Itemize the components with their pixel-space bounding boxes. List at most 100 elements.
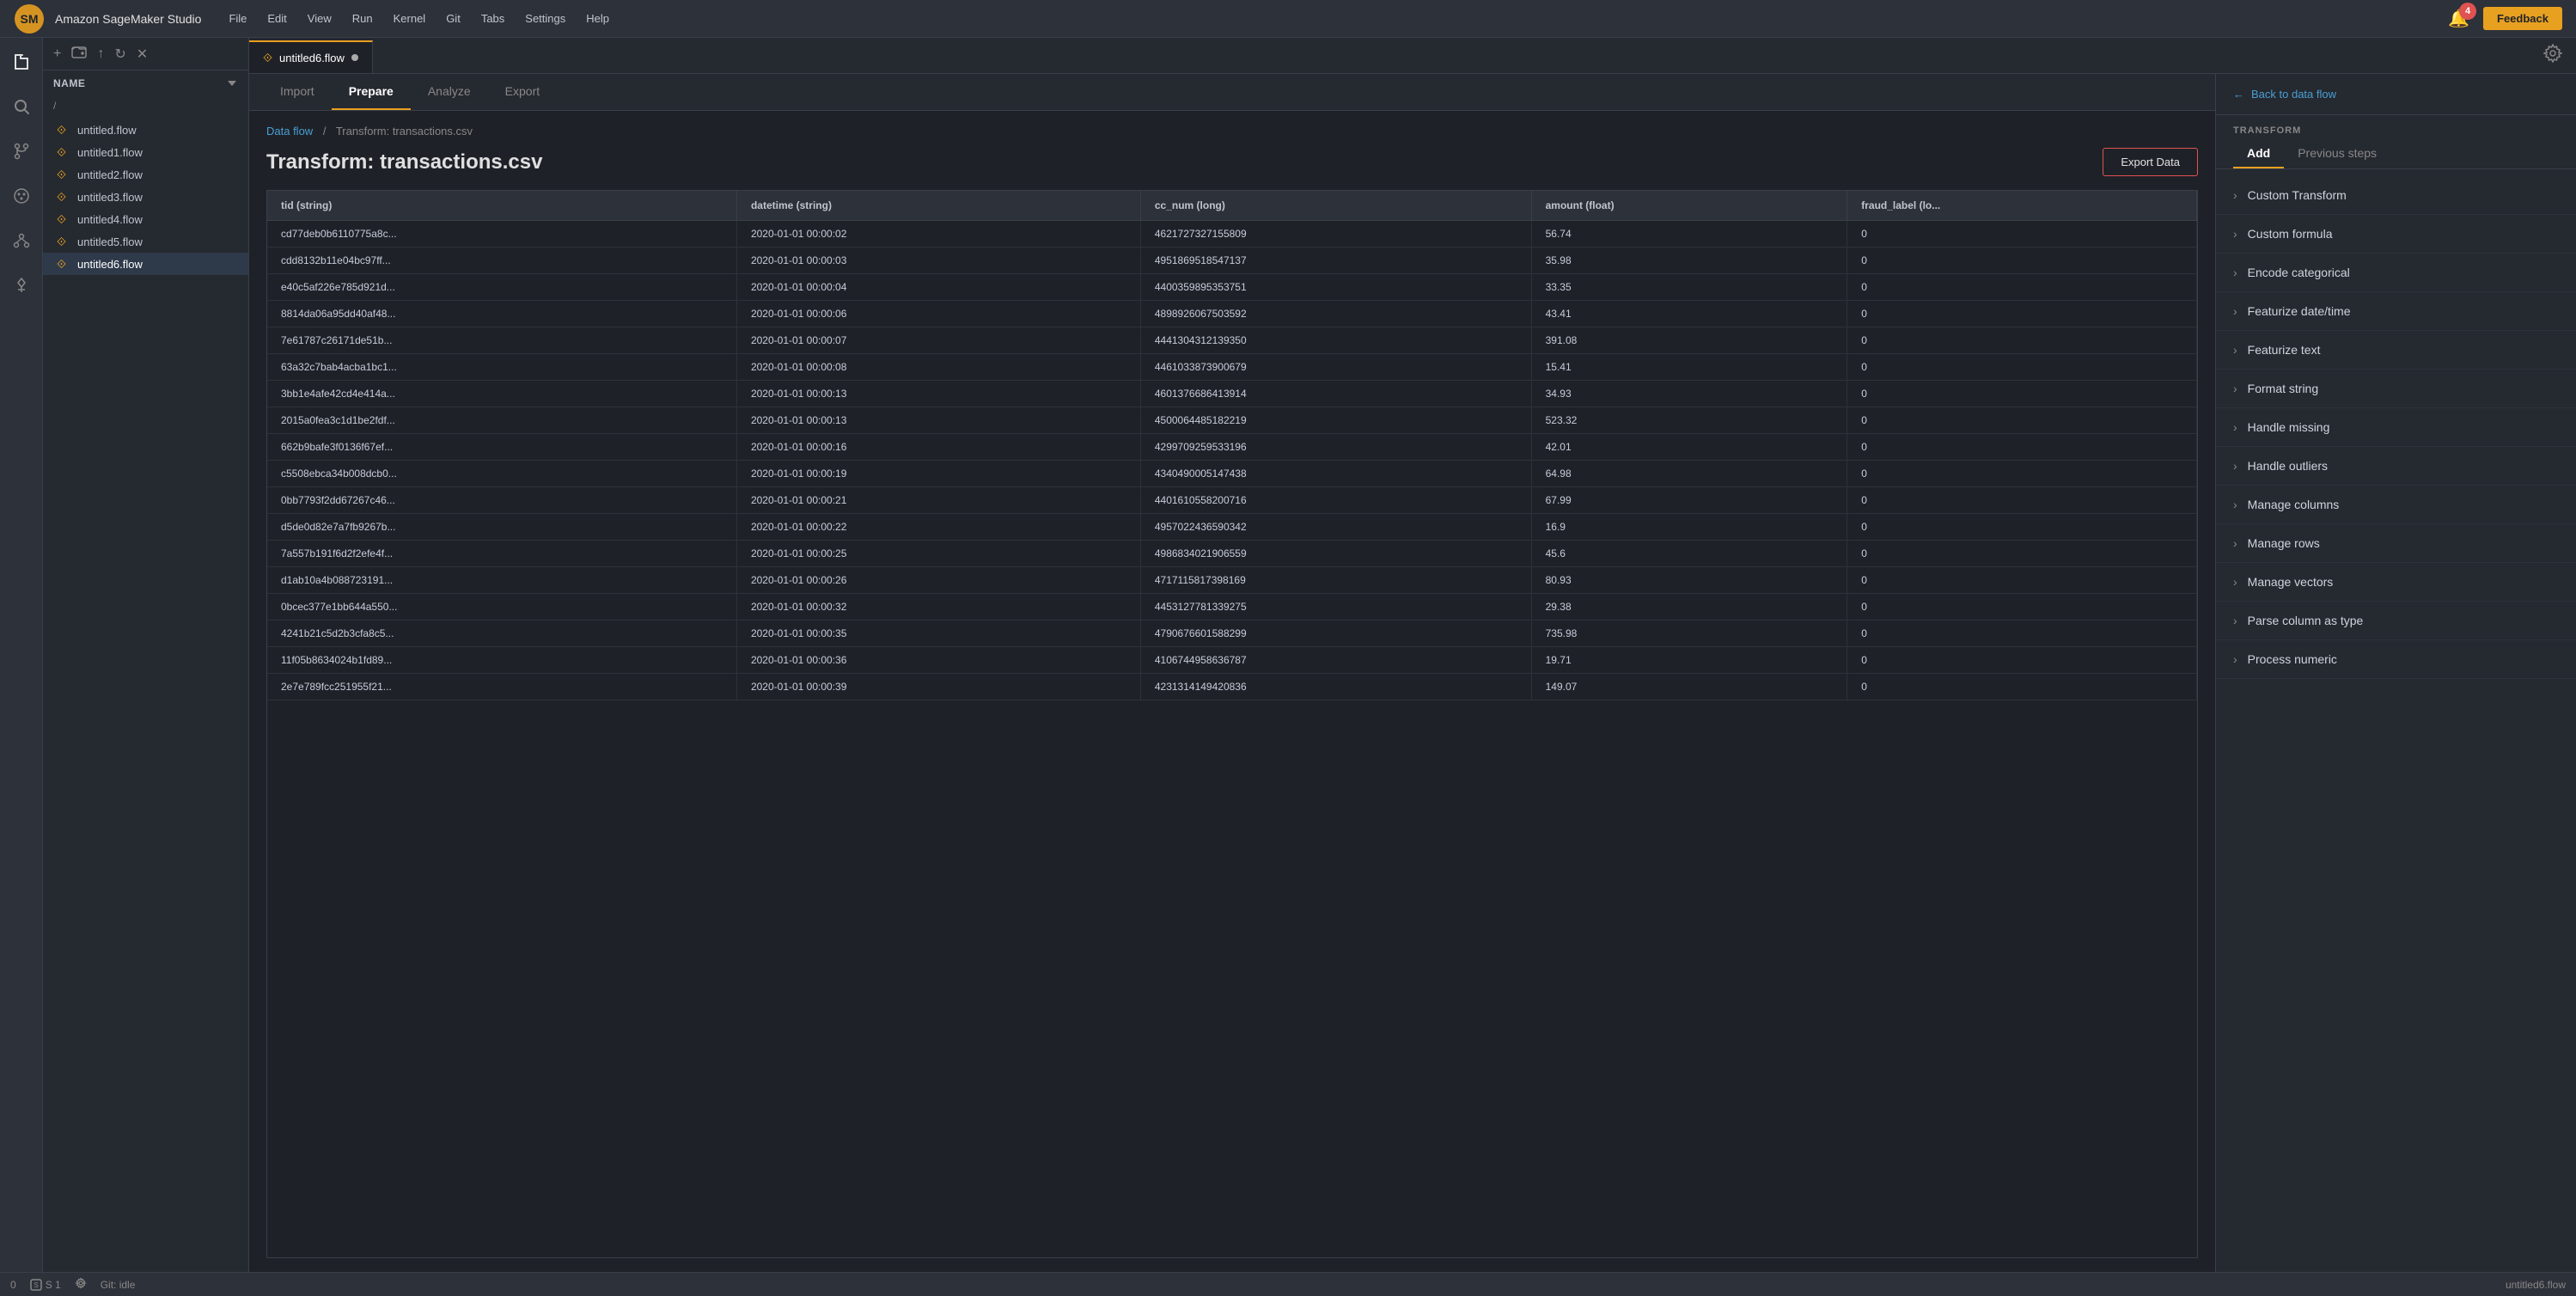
feedback-button[interactable]: Feedback <box>2483 7 2562 30</box>
sidebar-file-untitled3[interactable]: ⟐ untitled3.flow <box>43 186 248 208</box>
cell-4-1: 2020-01-01 00:00:07 <box>736 327 1140 354</box>
data-table-wrapper[interactable]: tid (string) datetime (string) cc_num (l… <box>266 190 2198 1258</box>
breadcrumb-link[interactable]: Data flow <box>266 125 313 138</box>
cell-7-4: 0 <box>1847 407 2197 434</box>
transform-item-featurize-text[interactable]: › Featurize text <box>2216 331 2576 370</box>
menu-kernel[interactable]: Kernel <box>394 9 426 28</box>
cell-13-4: 0 <box>1847 567 2197 594</box>
activity-nodes-icon[interactable] <box>8 227 35 254</box>
cell-11-4: 0 <box>1847 514 2197 541</box>
cell-14-2: 4453127781339275 <box>1140 594 1531 620</box>
transform-item-handle-missing[interactable]: › Handle missing <box>2216 408 2576 447</box>
transform-list: › Custom Transform › Custom formula › En… <box>2216 173 2576 1272</box>
cell-3-4: 0 <box>1847 301 2197 327</box>
cell-9-4: 0 <box>1847 461 2197 487</box>
tab-untitled6[interactable]: ⟐ untitled6.flow <box>249 40 373 73</box>
tab-prepare[interactable]: Prepare <box>332 74 411 110</box>
menu-edit[interactable]: Edit <box>267 9 286 28</box>
transform-item-label: Custom Transform <box>2248 188 2347 202</box>
tab-import[interactable]: Import <box>263 74 332 110</box>
cell-8-0: 662b9bafe3f0136f67ef... <box>267 434 736 461</box>
clear-icon[interactable]: ✕ <box>137 46 148 63</box>
activity-files-icon[interactable] <box>8 48 35 76</box>
back-to-dataflow[interactable]: ← Back to data flow <box>2216 74 2576 115</box>
menu-view[interactable]: View <box>308 9 332 28</box>
cell-11-1: 2020-01-01 00:00:22 <box>736 514 1140 541</box>
transform-tab-previous[interactable]: Previous steps <box>2284 139 2390 168</box>
transform-item-handle-outliers[interactable]: › Handle outliers <box>2216 447 2576 486</box>
tab-analyze[interactable]: Analyze <box>411 74 488 110</box>
cell-10-2: 4401610558200716 <box>1140 487 1531 514</box>
svg-text:S: S <box>34 1281 38 1289</box>
transform-item-featurize-date/time[interactable]: › Featurize date/time <box>2216 292 2576 331</box>
transform-item-manage-vectors[interactable]: › Manage vectors <box>2216 563 2576 602</box>
cell-12-2: 4986834021906559 <box>1140 541 1531 567</box>
transform-item-format-string[interactable]: › Format string <box>2216 370 2576 408</box>
activity-palette-icon[interactable] <box>8 182 35 210</box>
transform-item-custom-formula[interactable]: › Custom formula <box>2216 215 2576 254</box>
menu-tabs[interactable]: Tabs <box>481 9 504 28</box>
activity-extensions-icon[interactable] <box>8 272 35 299</box>
cell-16-1: 2020-01-01 00:00:36 <box>736 647 1140 674</box>
sidebar-file-untitled[interactable]: ⟐ untitled.flow <box>43 119 248 141</box>
transform-item-label: Process numeric <box>2248 652 2337 666</box>
tab-export[interactable]: Export <box>488 74 557 110</box>
cell-11-2: 4957022436590342 <box>1140 514 1531 541</box>
sidebar-file-list: ⟐ untitled.flow ⟐ untitled1.flow ⟐ untit… <box>43 119 248 1272</box>
transform-item-encode-categorical[interactable]: › Encode categorical <box>2216 254 2576 292</box>
menu-file[interactable]: File <box>229 9 247 28</box>
menu-help[interactable]: Help <box>586 9 609 28</box>
cell-15-1: 2020-01-01 00:00:35 <box>736 620 1140 647</box>
activity-bar <box>0 38 43 1272</box>
table-row: cd77deb0b6110775a8c...2020-01-01 00:00:0… <box>267 221 2197 248</box>
settings-gear-icon[interactable] <box>2530 38 2576 74</box>
sidebar-file-untitled4[interactable]: ⟐ untitled4.flow <box>43 208 248 230</box>
transform-item-manage-rows[interactable]: › Manage rows <box>2216 524 2576 563</box>
menu-git[interactable]: Git <box>446 9 461 28</box>
cell-16-4: 0 <box>1847 647 2197 674</box>
notification-badge: 4 <box>2459 3 2476 20</box>
cell-12-1: 2020-01-01 00:00:25 <box>736 541 1140 567</box>
cell-16-0: 11f05b8634024b1fd89... <box>267 647 736 674</box>
status-zero: 0 <box>10 1279 16 1291</box>
cell-15-2: 4790676601588299 <box>1140 620 1531 647</box>
transform-section-label: TRANSFORM <box>2216 115 2576 139</box>
activity-git-icon[interactable] <box>8 138 35 165</box>
status-gear-icon[interactable] <box>75 1277 87 1292</box>
export-data-button[interactable]: Export Data <box>2103 148 2198 176</box>
sidebar-file-untitled1[interactable]: ⟐ untitled1.flow <box>43 141 248 163</box>
cell-7-3: 523.32 <box>1531 407 1847 434</box>
cell-3-1: 2020-01-01 00:00:06 <box>736 301 1140 327</box>
new-folder-icon[interactable] <box>71 45 87 63</box>
menu-run[interactable]: Run <box>352 9 373 28</box>
chevron-right-icon: › <box>2233 304 2237 318</box>
notification-icon[interactable]: 🔔 4 <box>2448 8 2469 29</box>
transform-item-custom-transform[interactable]: › Custom Transform <box>2216 176 2576 215</box>
cell-3-0: 8814da06a95dd40af48... <box>267 301 736 327</box>
upload-icon[interactable]: ↑ <box>97 46 104 62</box>
cell-9-0: c5508ebca34b008dcb0... <box>267 461 736 487</box>
sidebar-file-untitled6[interactable]: ⟐ untitled6.flow <box>43 253 248 275</box>
cell-11-0: d5de0d82e7a7fb9267b... <box>267 514 736 541</box>
status-git: Git: idle <box>101 1279 136 1291</box>
transform-item-parse-column-as-type[interactable]: › Parse column as type <box>2216 602 2576 640</box>
data-table: tid (string) datetime (string) cc_num (l… <box>267 191 2197 700</box>
refresh-icon[interactable]: ↻ <box>114 46 125 63</box>
transform-item-label: Manage columns <box>2248 498 2340 511</box>
activity-search-icon[interactable] <box>8 93 35 120</box>
sidebar-file-untitled2[interactable]: ⟐ untitled2.flow <box>43 163 248 186</box>
cell-6-2: 4601376686413914 <box>1140 381 1531 407</box>
transform-item-process-numeric[interactable]: › Process numeric <box>2216 640 2576 679</box>
transform-item-label: Format string <box>2248 382 2318 395</box>
chevron-right-icon: › <box>2233 614 2237 627</box>
cell-7-0: 2015a0fea3c1d1be2fdf... <box>267 407 736 434</box>
new-file-icon[interactable]: + <box>53 46 61 62</box>
transform-tab-add[interactable]: Add <box>2233 139 2284 168</box>
menu-settings[interactable]: Settings <box>525 9 565 28</box>
sidebar-file-untitled5[interactable]: ⟐ untitled5.flow <box>43 230 248 253</box>
table-row: cdd8132b11e04bc97ff...2020-01-01 00:00:0… <box>267 248 2197 274</box>
chevron-right-icon: › <box>2233 188 2237 202</box>
transform-item-manage-columns[interactable]: › Manage columns <box>2216 486 2576 524</box>
cell-6-4: 0 <box>1847 381 2197 407</box>
cell-17-0: 2e7e789fcc251955f21... <box>267 674 736 700</box>
